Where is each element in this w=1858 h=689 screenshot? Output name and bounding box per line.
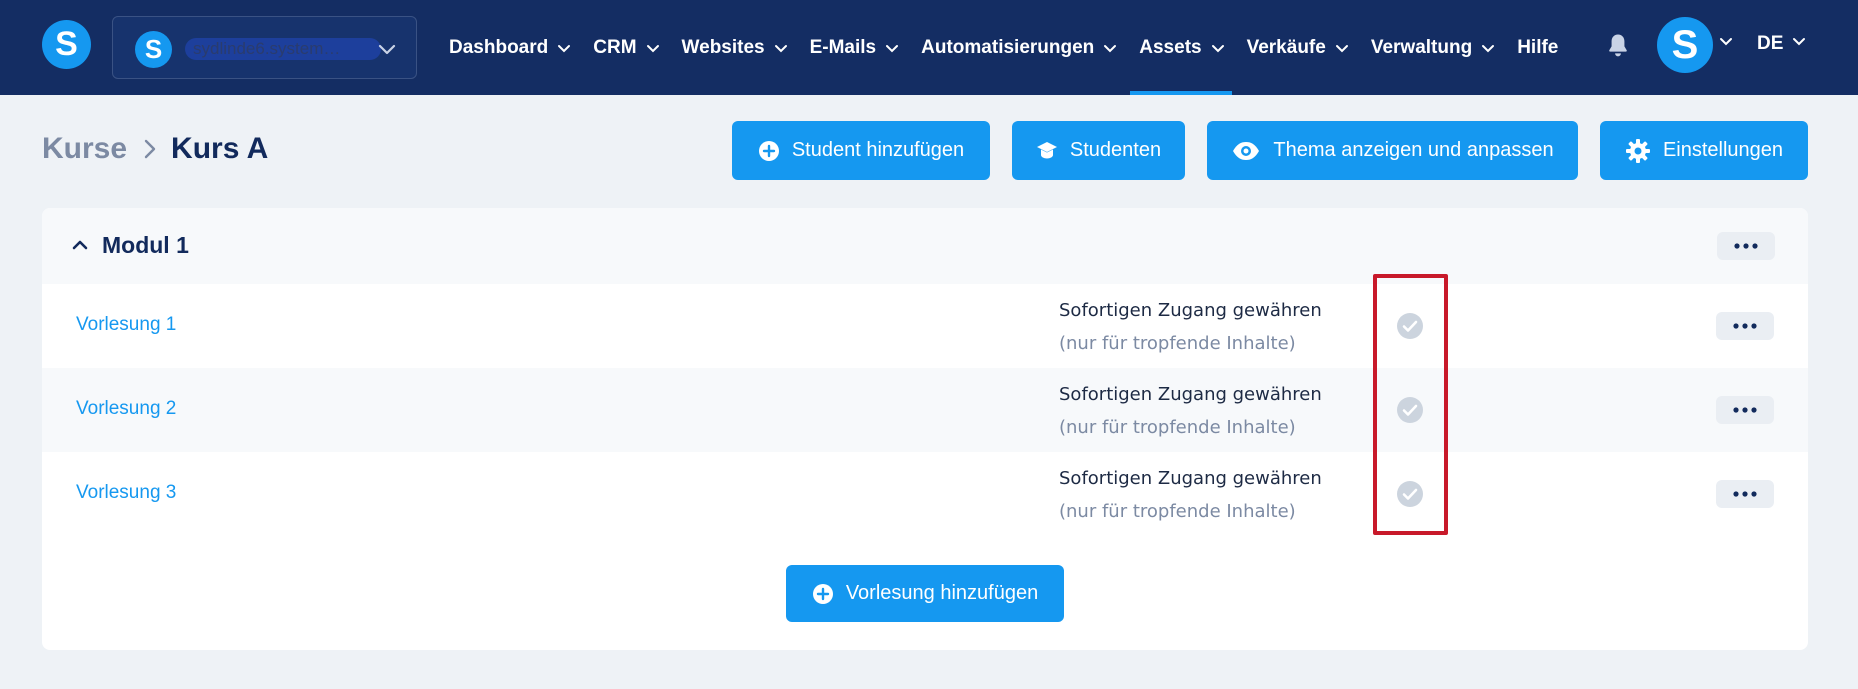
lecture-link[interactable]: Vorlesung 2 [76, 398, 176, 420]
nav-item-verkaeufe[interactable]: Verkäufe [1236, 0, 1360, 95]
access-note: (nur für tropfende Inhalte) [1059, 501, 1296, 522]
module-title[interactable]: Modul 1 [102, 232, 189, 259]
chevron-down-icon[interactable] [1792, 34, 1806, 48]
chevron-down-icon [558, 44, 571, 52]
settings-button[interactable]: Einstellungen [1600, 121, 1808, 180]
lecture-row: Vorlesung 3 Sofortigen Zugang gewähren (… [42, 452, 1808, 536]
add-lecture-label: Vorlesung hinzufügen [845, 582, 1039, 604]
settings-label: Einstellungen [1662, 139, 1784, 161]
add-student-button[interactable]: Student hinzufügen [732, 121, 990, 180]
chevron-down-icon[interactable] [1719, 34, 1733, 48]
chevron-up-icon[interactable] [72, 238, 88, 250]
lecture-row: Vorlesung 2 Sofortigen Zugang gewähren (… [42, 368, 1808, 452]
user-avatar[interactable]: S [1657, 17, 1713, 73]
lecture-row: Vorlesung 1 Sofortigen Zugang gewähren (… [42, 284, 1808, 368]
more-horizontal-icon [1733, 491, 1757, 497]
breadcrumb-parent-link[interactable]: Kurse [42, 132, 127, 166]
nav-item-hilfe[interactable]: Hilfe [1506, 0, 1569, 95]
chevron-down-icon [1211, 44, 1224, 52]
chevron-down-icon [646, 44, 659, 52]
plus-circle-icon [812, 583, 833, 604]
top-navigation: S S sydlinde6.system… Dashboard CRM Webs… [0, 0, 1858, 95]
nav-item-websites[interactable]: Websites [671, 0, 799, 95]
chevron-down-icon [886, 44, 899, 52]
access-label: Sofortigen Zugang gewähren [1059, 384, 1322, 405]
more-horizontal-icon [1733, 407, 1757, 413]
nav-item-verwaltung[interactable]: Verwaltung [1360, 0, 1506, 95]
more-horizontal-icon [1733, 323, 1757, 329]
nav-item-label: Dashboard [449, 36, 549, 58]
workspace-name: sydlinde6.system… [185, 38, 381, 60]
language-selector[interactable]: DE [1757, 33, 1783, 55]
add-lecture-button[interactable]: Vorlesung hinzufügen [786, 565, 1064, 622]
nav-item-label: Hilfe [1517, 36, 1559, 58]
theme-label: Thema anzeigen und anpassen [1273, 139, 1554, 161]
breadcrumb: Kurse Kurs A [42, 132, 268, 166]
lecture-link[interactable]: Vorlesung 3 [76, 482, 176, 504]
nav-item-label: Assets [1139, 36, 1202, 58]
lecture-more-button[interactable] [1716, 312, 1774, 340]
eye-icon [1233, 141, 1260, 160]
gear-icon [1625, 138, 1650, 163]
add-student-label: Student hinzufügen [791, 139, 965, 161]
students-button[interactable]: Studenten [1012, 121, 1185, 180]
lecture-more-button[interactable] [1716, 396, 1774, 424]
lecture-link[interactable]: Vorlesung 1 [76, 314, 176, 336]
workspace-logo: S [135, 31, 172, 68]
theme-button[interactable]: Thema anzeigen und anpassen [1207, 121, 1578, 180]
plus-circle-icon [758, 140, 779, 161]
more-horizontal-icon [1734, 243, 1758, 249]
bell-icon[interactable] [1604, 31, 1632, 59]
main-menu: Dashboard CRM Websites E-Mails Automatis… [438, 0, 1569, 95]
chevron-down-icon [1335, 44, 1348, 52]
nav-item-dashboard[interactable]: Dashboard [438, 0, 582, 95]
graduation-cap-icon [1036, 141, 1057, 158]
nav-item-label: Verwaltung [1370, 36, 1473, 58]
students-label: Studenten [1069, 139, 1162, 161]
workspace-switcher[interactable]: S sydlinde6.system… [112, 16, 417, 79]
access-note: (nur für tropfende Inhalte) [1059, 417, 1296, 438]
chevron-down-icon [1482, 44, 1495, 52]
app-logo[interactable]: S [42, 20, 91, 69]
nav-item-assets[interactable]: Assets [1128, 0, 1235, 95]
nav-item-label: Verkäufe [1246, 36, 1326, 58]
access-label: Sofortigen Zugang gewähren [1059, 468, 1322, 489]
module-header: Modul 1 [42, 208, 1808, 284]
nav-item-label: Websites [681, 36, 765, 58]
lecture-more-button[interactable] [1716, 480, 1774, 508]
module-more-button[interactable] [1717, 232, 1775, 260]
nav-item-emails[interactable]: E-Mails [799, 0, 911, 95]
nav-item-crm[interactable]: CRM [582, 0, 670, 95]
page-title: Kurs A [171, 132, 269, 165]
chevron-right-icon [144, 139, 156, 159]
highlight-annotation [1373, 274, 1448, 535]
chevron-down-icon [774, 44, 787, 52]
nav-item-label: CRM [593, 36, 637, 58]
chevron-down-icon [1104, 44, 1117, 52]
nav-item-label: E-Mails [809, 36, 877, 58]
access-label: Sofortigen Zugang gewähren [1059, 300, 1322, 321]
access-note: (nur für tropfende Inhalte) [1059, 333, 1296, 354]
chevron-down-icon [378, 44, 396, 55]
nav-item-label: Automatisierungen [921, 36, 1095, 58]
nav-item-automatisierungen[interactable]: Automatisierungen [910, 0, 1128, 95]
